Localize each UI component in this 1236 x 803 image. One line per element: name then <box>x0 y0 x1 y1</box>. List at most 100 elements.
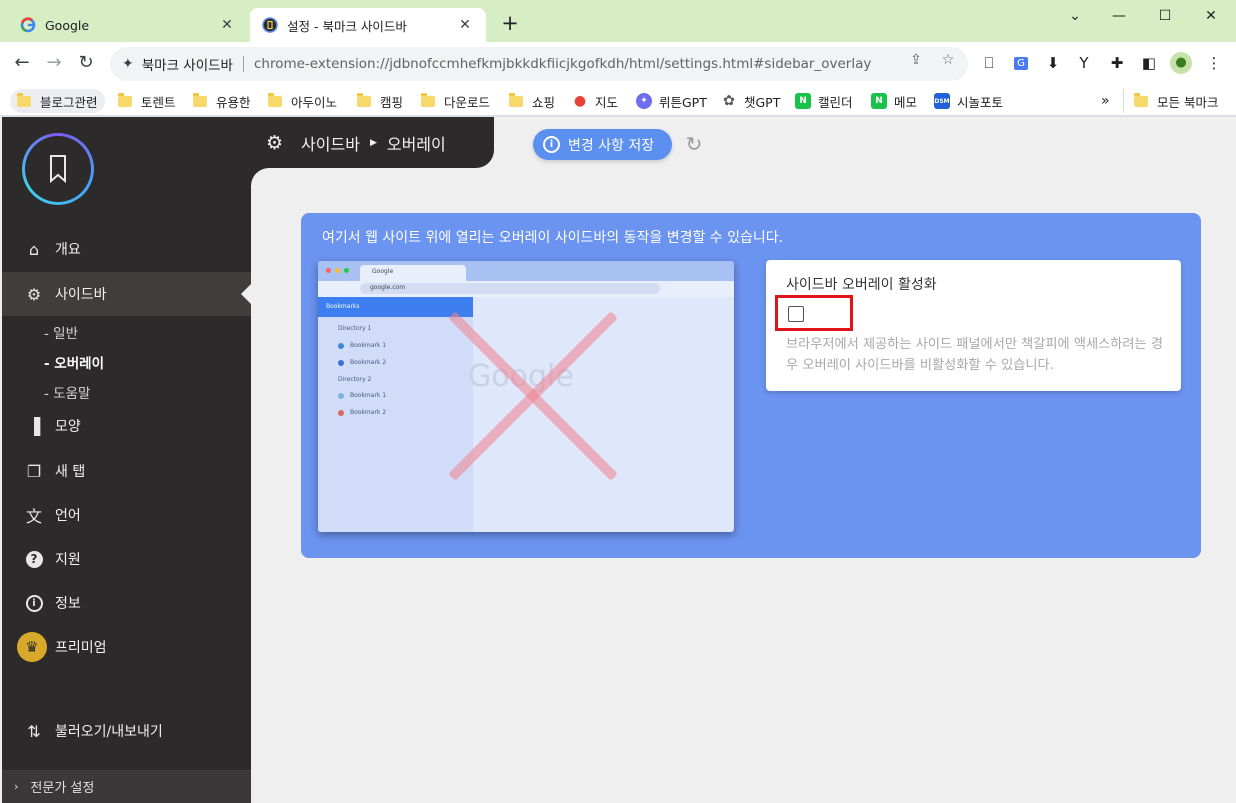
folder-icon <box>268 92 282 107</box>
site-name: 북마크 사이드바 <box>141 58 233 74</box>
bookmark-folder[interactable]: 유용한 <box>193 89 251 113</box>
sidebar-subitem-help[interactable]: - 도움말 <box>44 382 90 402</box>
reset-icon[interactable]: ↻ <box>683 133 705 155</box>
forward-arrow-icon[interactable]: → <box>42 51 66 75</box>
breadcrumb-page: 오버레이 <box>386 134 446 154</box>
enable-overlay-checkbox[interactable] <box>788 306 804 322</box>
bookmark-link[interactable]: N 메모 <box>871 89 917 113</box>
breadcrumb: ⚙ 사이드바 ▶ 오버레이 <box>251 117 494 168</box>
caret-right-icon: ▶ <box>369 137 377 148</box>
sidebar-item-import-export[interactable]: ⇅ 불러오기/내보내기 <box>2 709 251 753</box>
sidebar-item-new-tab[interactable]: ❐ 새 탭 <box>2 449 251 493</box>
new-tab-icon: ❐ <box>26 461 42 481</box>
panel-description: 여기서 웹 사이트 위에 열리는 오버레이 사이드바의 동작을 변경할 수 있습… <box>322 230 784 246</box>
folder-icon <box>509 92 523 107</box>
breadcrumb-section[interactable]: 사이드바 <box>301 131 360 155</box>
overlay-settings-panel: 여기서 웹 사이트 위에 열리는 오버레이 사이드바의 동작을 변경할 수 있습… <box>301 213 1201 558</box>
all-bookmarks-folder[interactable]: 모든 북마크 <box>1123 89 1218 113</box>
dsm-icon: DSM <box>934 93 950 109</box>
new-tab-button[interactable]: + <box>498 12 522 36</box>
chevron-down-icon[interactable]: ⌄ <box>1052 6 1098 26</box>
bookmarks-overflow[interactable]: » <box>1101 89 1110 113</box>
bookmark-link[interactable]: DSM 시놀포토 <box>934 89 1003 113</box>
bookmark-icon[interactable]: ⎕ <box>978 52 1000 74</box>
setting-help-text: 브라우저에서 제공하는 사이드 패널에서만 책갈피에 액세스하려는 경우 오버레… <box>786 337 1163 373</box>
bookmark-folder[interactable]: 쇼핑 <box>509 89 555 113</box>
expert-settings-toggle[interactable]: › 전문가 설정 <box>2 770 251 803</box>
reload-icon[interactable]: ↻ <box>74 51 98 75</box>
preview-tree-item: Bookmark 1 <box>350 392 387 399</box>
sidebar-subitem-overlay[interactable]: - 오버레이 <box>44 352 104 372</box>
bookmark-folder[interactable]: 아두이노 <box>268 89 337 113</box>
close-window-button[interactable]: ✕ <box>1188 6 1234 26</box>
bookmark-folder[interactable]: 블로그관련 <box>10 89 105 113</box>
settings-sidebar: ⌂ 개요 ⚙ 사이드바 - 일반 - 오버레이 - 도움말 ▐ 모양 ❐ 새 탭… <box>2 117 251 803</box>
folder-icon <box>193 92 207 107</box>
tab-settings[interactable]: 설정 - 북마크 사이드바 ✕ <box>250 8 486 42</box>
sidebar-item-sidebar[interactable]: ⚙ 사이드바 <box>2 272 251 316</box>
sidebar-item-language[interactable]: 文 언어 <box>2 493 251 537</box>
tab-title: 설정 - 북마크 사이드바 <box>287 18 407 34</box>
address-bar[interactable]: ✦ 북마크 사이드바 chrome-extension://jdbnofccmh… <box>110 47 968 81</box>
preview-url: google.com <box>360 283 660 294</box>
crown-icon: ♛ <box>17 632 47 662</box>
logo <box>22 133 94 205</box>
extension-icon[interactable]: Y <box>1073 52 1095 74</box>
tab-google[interactable]: Google ✕ <box>8 8 248 42</box>
openai-icon: ✿ <box>723 93 735 109</box>
folder-icon <box>357 92 371 107</box>
help-icon: ? <box>24 549 44 569</box>
bookmark-link[interactable]: ✦ 뤼튼GPT <box>636 89 707 113</box>
sidebar-item-overview[interactable]: ⌂ 개요 <box>2 227 251 271</box>
sidebar-item-info[interactable]: i 정보 <box>2 581 251 625</box>
folder-icon <box>17 92 31 107</box>
preview-dot <box>338 360 344 366</box>
folder-icon <box>421 92 435 107</box>
google-icon <box>20 17 36 33</box>
menu-icon[interactable]: ⋮ <box>1203 52 1225 74</box>
preview-tree-item: Bookmark 1 <box>350 342 387 349</box>
preview-tab: Google <box>360 265 466 281</box>
back-arrow-icon[interactable]: ← <box>10 51 34 75</box>
preview-dot <box>338 343 344 349</box>
chevron-right-icon: › <box>14 780 19 793</box>
sidebar-item-premium[interactable]: ♛ 프리미엄 <box>2 625 251 669</box>
bookmarks-bar: 블로그관련 토렌트 유용한 아두이노 캠핑 다운로드 쇼핑 ● 지도 ✦ 뤼튼GPT… <box>0 84 1236 116</box>
header-curve <box>251 168 269 186</box>
maps-pin-icon: ● <box>573 93 587 109</box>
wrtn-icon: ✦ <box>636 93 652 109</box>
bookmark-link[interactable]: N 캘린더 <box>795 89 853 113</box>
sidebar-item-appearance[interactable]: ▐ 모양 <box>2 404 251 448</box>
sidebar-item-support[interactable]: ? 지원 <box>2 537 251 581</box>
save-changes-button[interactable]: i 변경 사항 저장 <box>533 129 672 160</box>
tab-strip: Google ✕ 설정 - 북마크 사이드바 ✕ + ⌄ — ☐ ✕ <box>0 0 1236 42</box>
bookmark-folder[interactable]: 캠핑 <box>357 89 403 113</box>
bookmark-folder[interactable]: 다운로드 <box>421 89 490 113</box>
bookmark-link[interactable]: ✿ 챗GPT <box>721 89 780 113</box>
bookmark-link[interactable]: ● 지도 <box>572 89 618 113</box>
tab-title: Google <box>45 17 90 33</box>
close-icon[interactable]: ✕ <box>218 17 236 33</box>
close-icon[interactable]: ✕ <box>456 17 474 33</box>
puzzle-icon[interactable]: ✚ <box>1106 52 1128 74</box>
info-icon: i <box>543 136 560 153</box>
sidebar-subitem-general[interactable]: - 일반 <box>44 322 78 342</box>
gear-icon: ⚙ <box>266 131 284 154</box>
naver-icon: N <box>795 93 811 109</box>
import-export-icon: ⇅ <box>27 721 41 741</box>
avatar[interactable]: ● <box>1170 52 1192 74</box>
settings-page: ⌂ 개요 ⚙ 사이드바 - 일반 - 오버레이 - 도움말 ▐ 모양 ❐ 새 탭… <box>0 117 1236 803</box>
download-extension-icon[interactable]: ⬇ <box>1042 52 1064 74</box>
side-panel-icon[interactable]: ◧ <box>1138 52 1160 74</box>
preview-tree-item: Directory 1 <box>338 325 372 332</box>
share-icon[interactable]: ⇪ <box>907 51 925 69</box>
url-text: chrome-extension://jdbnofccmhefkmjbkkdkf… <box>253 56 872 72</box>
star-icon[interactable]: ☆ <box>939 51 957 69</box>
minimize-button[interactable]: — <box>1096 6 1142 26</box>
separator <box>242 56 244 72</box>
translate-extension-icon[interactable]: G <box>1010 52 1032 74</box>
maximize-button[interactable]: ☐ <box>1142 6 1188 26</box>
folder-icon <box>1134 92 1148 107</box>
overlay-setting-card: 사이드바 오버레이 활성화 브라우저에서 제공하는 사이드 패널에서만 책갈피에… <box>766 260 1181 391</box>
bookmark-folder[interactable]: 토렌트 <box>118 89 176 113</box>
